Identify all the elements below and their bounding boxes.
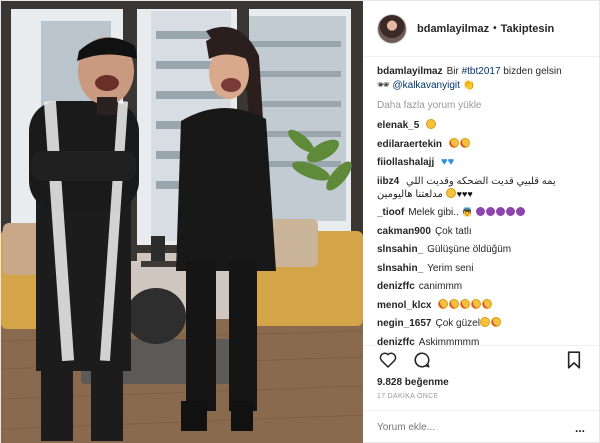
more-options-button[interactable]: ... xyxy=(575,421,585,435)
follow-status[interactable]: Takiptesin xyxy=(501,23,555,35)
comment-username[interactable]: slnsahin_ xyxy=(377,244,423,255)
heart-eyes-emoji-icon xyxy=(460,298,471,309)
caption-username[interactable]: bdamlayilmaz xyxy=(377,66,443,77)
heart-icon[interactable] xyxy=(377,349,399,371)
comment-input[interactable] xyxy=(377,422,507,433)
comment-row: menol_klcx xyxy=(377,298,585,312)
heart-eyes-emoji-icon xyxy=(471,298,482,309)
angel-emoji-icon: 👼 xyxy=(461,207,473,217)
purple-heart-emoji-icon xyxy=(515,207,525,216)
add-comment-bar: ... xyxy=(363,410,599,443)
comment-username[interactable]: elenak_5 xyxy=(377,120,419,131)
instagram-post: bdamlayilmaz • Takiptesin bdamlayilmaz Bi… xyxy=(0,0,600,443)
hand-emoji-icon: 👏 xyxy=(462,80,476,91)
blue-heart-emoji-icon: ♥♥ xyxy=(441,156,455,168)
heart-eyes-emoji-icon xyxy=(438,298,449,309)
heart-eyes-emoji-icon xyxy=(459,137,470,148)
load-more-comments[interactable]: Daha fazla yorum yükle xyxy=(377,100,585,111)
comment-username[interactable]: iibz4 xyxy=(377,176,399,187)
comment-text: Çok tatlı xyxy=(434,225,472,237)
photo-scene xyxy=(1,1,363,443)
comment-username[interactable]: denizffc xyxy=(377,281,415,292)
side-panel: bdamlayilmaz • Takiptesin bdamlayilmaz Bi… xyxy=(363,1,599,443)
post-header: bdamlayilmaz • Takiptesin xyxy=(363,1,599,57)
comment-row: negin_1657 Çok güzel xyxy=(377,317,585,330)
comment-row: edilaraertekin xyxy=(377,137,585,151)
author-avatar[interactable] xyxy=(377,13,407,44)
comment-text: Gülüşüne öldüğüm xyxy=(427,244,512,255)
comment-username[interactable]: _tioof xyxy=(377,207,404,218)
heart-eyes-emoji-icon xyxy=(490,317,501,327)
purple-heart-emoji-icon xyxy=(505,207,515,216)
comment-row: cakman900 Çok tatlı xyxy=(377,225,585,238)
comment-username[interactable]: negin_1657 xyxy=(377,318,431,329)
comment-username[interactable]: menol_klcx xyxy=(377,300,431,311)
likes-count[interactable]: 9.828 beğenme xyxy=(363,373,599,388)
comment-text: canimmm xyxy=(418,281,463,292)
comment-text: Melek gibi.. xyxy=(408,207,459,218)
comment-username[interactable]: cakman900 xyxy=(377,226,431,237)
post-photo[interactable] xyxy=(1,1,363,443)
caption: bdamlayilmaz Bir #tbt2017 bizden gelsin 🕶… xyxy=(377,65,585,93)
sweat-smile-emoji-icon xyxy=(445,187,456,198)
comment-row: slnsahin_ Gülüşüne öldüğüm xyxy=(377,243,585,256)
bookmark-icon[interactable] xyxy=(563,349,585,371)
comment-row: _tioof Melek gibi.. 👼 xyxy=(377,206,585,219)
kiss-emoji-icon xyxy=(479,317,490,327)
black-heart-emoji-icon: ♥♥♥ xyxy=(456,188,474,199)
heart-eyes-emoji-icon xyxy=(482,298,493,309)
comment-row: denizffc Askimmmmm xyxy=(377,336,585,346)
comments-list: bdamlayilmaz Bir #tbt2017 bizden gelsin 🕶… xyxy=(363,57,599,345)
author-username[interactable]: bdamlayilmaz xyxy=(417,23,489,35)
purple-heart-emoji-icon xyxy=(485,207,495,216)
header-separator: • xyxy=(493,23,497,34)
comment-row: slnsahin_ Yerim seni xyxy=(377,262,585,275)
sunglasses-emoji-icon: 🕶 xyxy=(377,80,390,91)
comment-username[interactable]: slnsahin_ xyxy=(377,263,423,274)
comment-text: Yerim seni xyxy=(427,262,474,274)
comment-username[interactable]: denizffc xyxy=(377,337,415,346)
comment-row: denizffc canimmm xyxy=(377,280,585,293)
caption-hashtag[interactable]: #tbt2017 xyxy=(462,66,501,77)
comment-text: Askimmmmm xyxy=(418,336,480,346)
heart-eyes-emoji-icon xyxy=(448,137,459,148)
purple-heart-emoji-icon xyxy=(495,207,505,216)
comment-row: elenak_5 xyxy=(377,119,585,132)
comment-text: Çok güzel xyxy=(435,318,480,329)
comment-row: iibz4 يمه قلبيي قديت الضحكه وقديت اللي م… xyxy=(377,175,585,201)
comment-username[interactable]: fiiollashalajj xyxy=(377,157,434,168)
heart-eyes-emoji-icon xyxy=(449,298,460,309)
comment-username[interactable]: edilaraertekin xyxy=(377,139,442,150)
action-bar xyxy=(363,345,599,373)
caption-text: Bir #tbt2017 bizden gelsin xyxy=(446,66,562,77)
post-timestamp: 17 DAKİKA ÖNCE xyxy=(377,393,439,400)
purple-heart-emoji-icon xyxy=(475,207,485,216)
smile-emoji-icon xyxy=(426,119,437,129)
caption-mention[interactable]: @kalkavanyigit xyxy=(392,80,459,91)
comment-row: fiiollashalajj ♥♥ xyxy=(377,156,585,169)
comment-icon[interactable] xyxy=(411,349,433,371)
